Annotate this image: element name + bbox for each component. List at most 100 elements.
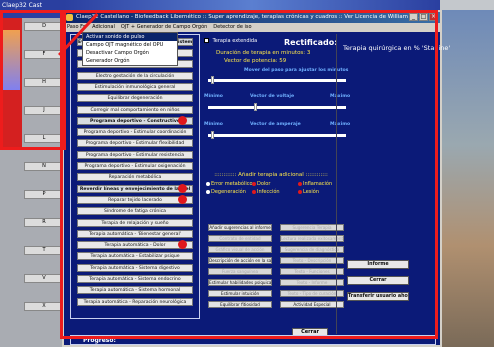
stanine-close-button[interactable]: Cerrar xyxy=(347,276,409,285)
therapy-item[interactable]: Terapia automática - Sistema endocrino xyxy=(77,275,193,283)
therapy-item[interactable]: Reparación metabólica xyxy=(77,173,193,182)
action-button[interactable]: Texto - Funciones xyxy=(280,268,344,275)
dropdown-item[interactable]: Generador Orgón xyxy=(83,57,177,65)
radio-label: Inflamación xyxy=(303,181,333,187)
maximize-icon[interactable]: □ xyxy=(419,13,428,21)
therapy-item[interactable]: Electro gestación de la circulación xyxy=(77,71,193,80)
amperage-slider-thumb[interactable] xyxy=(210,131,214,139)
dropdown-item[interactable]: Desactivar Campo Orgón xyxy=(83,49,177,57)
stanine-panel: Terapia quirúrgica en % 'Stanine' Inform… xyxy=(336,34,450,334)
condition-radio[interactable]: Inflamación xyxy=(298,181,332,187)
therapy-item[interactable]: Corregir mal comportamiento en niños xyxy=(77,105,193,114)
dropdown-item[interactable]: Campo OJT magnético del OPU xyxy=(83,41,177,49)
minutes-slider[interactable] xyxy=(208,79,346,82)
condition-radio[interactable]: Infección xyxy=(252,189,280,195)
voltage-label: Vector de voltaje xyxy=(250,94,295,99)
background-window-title: Claep32 Cast xyxy=(0,0,64,18)
therapy-item[interactable]: Estimulación inmunológica general xyxy=(77,82,193,91)
action-button[interactable]: Sugerencia Terapia xyxy=(280,224,344,231)
status-dot-icon xyxy=(178,115,187,125)
action-button[interactable]: Gráfico visual de acción xyxy=(208,246,272,253)
action-button[interactable]: Estimular habilidades psíquicas xyxy=(208,279,272,286)
action-button[interactable]: Equilibrar fitiosidad xyxy=(208,301,272,308)
condition-radio[interactable]: Dolor xyxy=(252,181,270,187)
progress-label: Progreso: xyxy=(83,337,116,344)
action-button[interactable]: Texto - Descripción xyxy=(280,257,344,264)
therapy-item[interactable]: Equilibrar degeneración xyxy=(77,94,193,103)
desktop-top-strip xyxy=(64,0,440,10)
action-button[interactable]: Texto - Informe xyxy=(280,279,344,286)
condition-radio[interactable]: Degeneración xyxy=(206,189,246,195)
stanine-title: Terapia quirúrgica en % 'Stanine' xyxy=(343,44,451,52)
radio-label: Lesión xyxy=(303,189,319,195)
therapy-item[interactable]: Programa deportivo - Estimular flexibili… xyxy=(77,139,193,148)
background-button: J xyxy=(24,106,64,115)
background-button: P xyxy=(24,190,64,199)
action-button[interactable]: Descripción de acción en la sangre xyxy=(208,257,272,264)
extended-therapy-checkbox[interactable]: Terapia extendida xyxy=(204,38,257,44)
progress-bar: Progreso: xyxy=(70,335,436,345)
checkbox-icon xyxy=(204,38,209,43)
dropdown-item[interactable]: Activar sonido de pulso xyxy=(83,33,177,41)
therapy-item[interactable]: Programa deportivo - Constructivo xyxy=(77,116,193,125)
background-button: L xyxy=(24,134,64,143)
condition-radio[interactable]: Error metabólico xyxy=(206,181,253,187)
action-button[interactable]: Sugerencia de diagnóstico xyxy=(280,246,344,253)
therapy-item[interactable]: Terapia automática - Reparación neurológ… xyxy=(77,297,193,306)
action-button[interactable]: Estimular intuición xyxy=(208,290,272,297)
action-button[interactable]: Actividad Especial xyxy=(280,301,344,308)
therapy-item[interactable]: Reparar tejido lacerado xyxy=(77,195,193,204)
therapy-item[interactable]: Programa deportivo - Estimular oxigenaci… xyxy=(77,162,193,170)
menu-item[interactable]: OJT + Generador de Campo Orgón xyxy=(118,23,210,32)
background-button: V xyxy=(24,274,64,283)
amperage-label: Vector de amperaje xyxy=(250,122,301,127)
action-button[interactable]: Lectura realizada exitosamente xyxy=(280,235,344,242)
menu-item[interactable]: Detector de iso xyxy=(210,23,254,32)
action-button[interactable]: Fuerza sanguínea xyxy=(208,268,272,275)
window-controls: _ □ × xyxy=(409,13,438,21)
therapy-item[interactable]: Terapia automática - Sistema hormonal xyxy=(77,286,193,295)
therapy-list-panel: Evaluación Biofeedback Subterapia - Sist… xyxy=(70,34,200,319)
therapy-item[interactable]: Programa deportivo - Estimular coordinac… xyxy=(77,128,193,137)
therapy-item[interactable]: Terapia automática - 'Bienestar general' xyxy=(77,229,193,238)
radio-icon xyxy=(298,189,302,194)
min-label: Mínimo xyxy=(204,94,223,99)
condition-radio[interactable]: Lesión xyxy=(298,189,319,195)
radio-label: Infección xyxy=(257,189,280,195)
desktop-left-window: Claep32 Cast DFHJLNPRTVX xyxy=(0,0,64,347)
checkbox-label: Terapia extendida xyxy=(212,38,258,44)
therapy-item[interactable]: Síndrome de fatiga crónica xyxy=(77,207,193,216)
therapy-item[interactable]: Terapia automática - Sistema digestivo xyxy=(77,263,193,272)
minimize-icon[interactable]: _ xyxy=(409,13,418,21)
action-button[interactable]: Añadir sugerencias al informe xyxy=(208,224,272,231)
menu-bar: Paso Fn Adicional OJT + Generador de Campo… xyxy=(64,23,440,32)
background-button: D xyxy=(24,22,64,31)
close-icon[interactable]: × xyxy=(429,13,438,21)
report-button[interactable]: Informe xyxy=(347,260,409,269)
therapy-item[interactable]: Reverdir líneas y envejecimiento de la p… xyxy=(77,184,193,193)
therapy-item[interactable]: Terapia automática - Estabilizar psique xyxy=(77,252,193,261)
menu-item[interactable]: Adicional xyxy=(89,23,118,32)
vector-text: Vector de potencia: 59 xyxy=(224,58,287,64)
background-button: R xyxy=(24,218,64,227)
amperage-slider[interactable] xyxy=(208,134,346,137)
voltage-slider-thumb[interactable] xyxy=(253,103,257,111)
radio-icon xyxy=(252,189,256,194)
action-button[interactable]: Contrato de entidad xyxy=(208,235,272,242)
transfer-user-button[interactable]: Transferir usuario ahora xyxy=(347,292,409,301)
therapy-item[interactable]: Terapia automática - Dolor xyxy=(77,241,193,250)
therapy-item[interactable]: Terapia de relajación y sueño xyxy=(77,218,193,227)
app-icon xyxy=(66,14,73,21)
minutes-slider-thumb[interactable] xyxy=(210,76,214,84)
voltage-slider[interactable] xyxy=(208,106,346,109)
radio-label: Dolor xyxy=(257,181,271,187)
radio-label: Degeneración xyxy=(211,189,246,195)
action-button[interactable]: Texto - Tipo de curación xyxy=(280,290,344,297)
therapy-item[interactable]: Programa deportivo - Estimular resistenc… xyxy=(77,150,193,159)
status-dot-icon xyxy=(178,183,187,193)
duration-text: Duración de terapia en minutos: 3 xyxy=(216,50,311,56)
background-button: H xyxy=(24,78,64,87)
slider1-label: Mover del paso para ajustar los minutos xyxy=(244,68,349,73)
window-title: Claep32 Castellano - Biofeedback Liberné… xyxy=(76,14,419,20)
background-button: N xyxy=(24,162,64,171)
